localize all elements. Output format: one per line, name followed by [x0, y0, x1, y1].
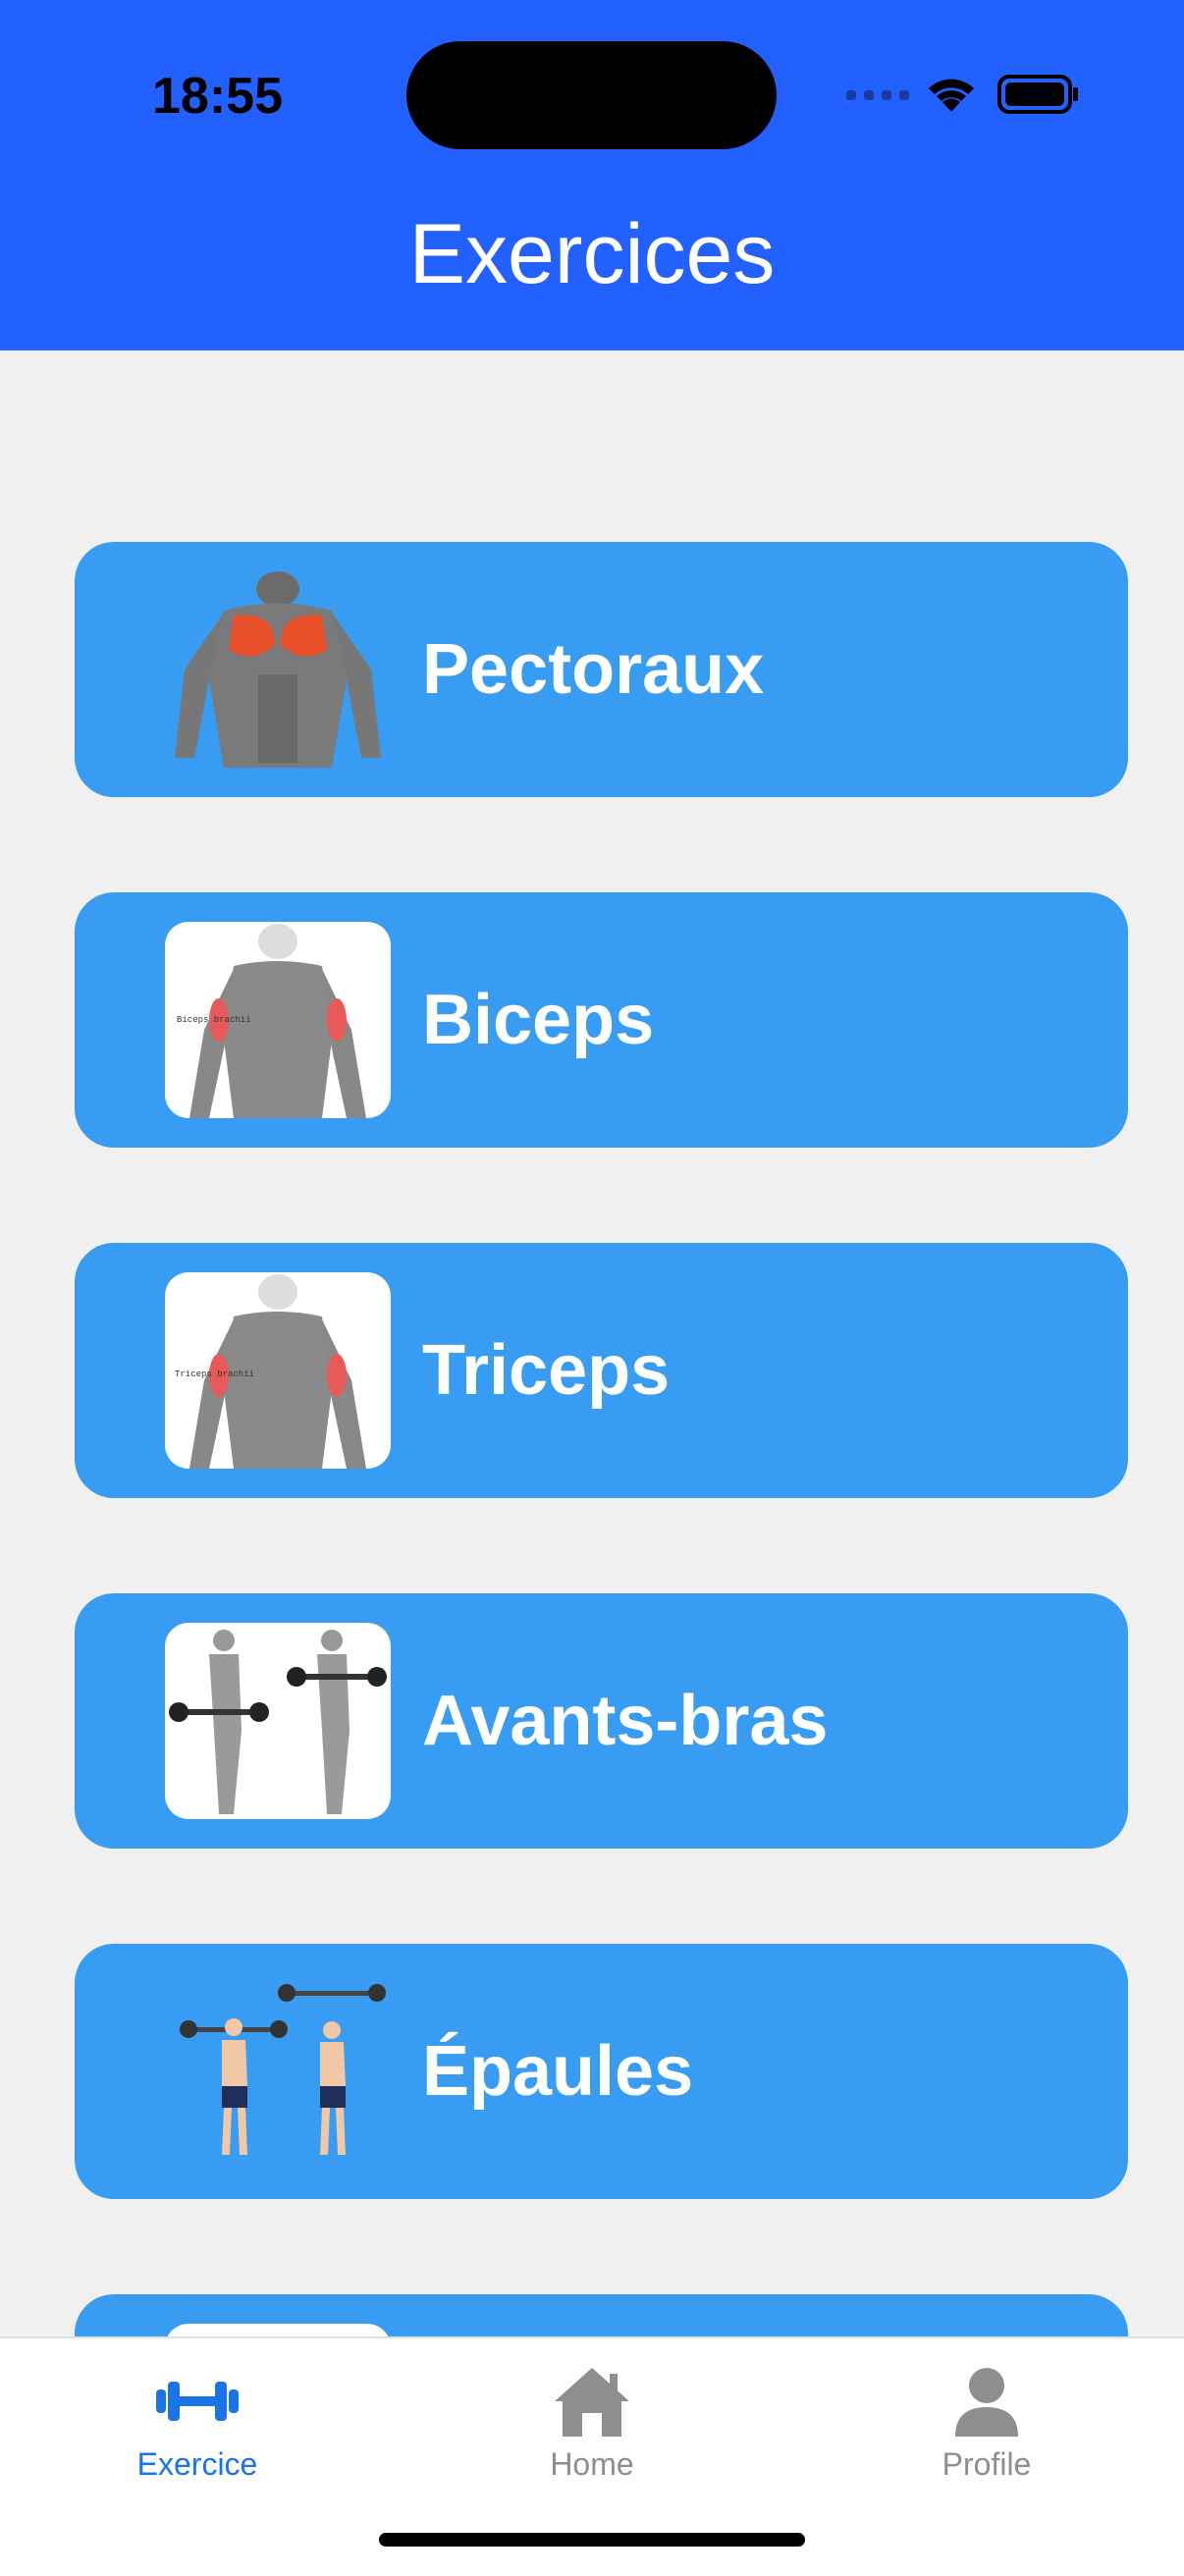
triceps-image-text: Triceps brachii — [175, 1369, 254, 1379]
forearm-curl-image — [165, 1623, 391, 1819]
exercise-card-pectoraux[interactable]: Pectoraux — [75, 542, 1128, 797]
cellular-signal-icon — [846, 90, 909, 100]
triceps-anatomy-image: Triceps brachii — [165, 1272, 391, 1469]
tab-label: Exercice — [136, 2446, 258, 2482]
home-indicator[interactable] — [379, 2533, 805, 2547]
battery-icon — [997, 75, 1078, 114]
tab-exercice[interactable]: Exercice — [0, 2338, 395, 2496]
status-time: 18:55 — [152, 68, 283, 125]
tab-label: Home — [550, 2446, 634, 2482]
card-label: Triceps — [422, 1331, 671, 1410]
page-title: Exercices — [408, 207, 776, 301]
card-label: Pectoraux — [422, 630, 765, 709]
exercise-card-avants-bras[interactable]: Avants-bras — [75, 1593, 1128, 1849]
card-label: Avants-bras — [422, 1682, 829, 1760]
biceps-anatomy-image: Biceps brachii — [165, 922, 391, 1118]
tab-profile[interactable]: Profile — [789, 2338, 1184, 2496]
wifi-icon — [929, 79, 974, 112]
dumbbell-icon — [156, 2382, 239, 2421]
dynamic-island — [406, 41, 777, 149]
biceps-image-text: Biceps brachii — [177, 1015, 251, 1025]
app-header: 18:55 Exercices — [0, 0, 1184, 350]
exercise-card-epaules[interactable]: Épaules — [75, 1944, 1128, 2199]
exercise-card-triceps[interactable]: Triceps brachii Triceps — [75, 1243, 1128, 1498]
card-label: Biceps — [422, 981, 655, 1059]
shoulder-press-image — [165, 1973, 391, 2170]
tab-home[interactable]: Home — [395, 2338, 789, 2496]
exercise-card-biceps[interactable]: Biceps brachii Biceps — [75, 892, 1128, 1148]
tab-label: Profile — [942, 2446, 1032, 2482]
chest-muscles-image — [165, 571, 391, 768]
person-icon — [955, 2368, 1018, 2437]
house-icon — [555, 2368, 629, 2437]
card-label: Épaules — [422, 2032, 694, 2111]
